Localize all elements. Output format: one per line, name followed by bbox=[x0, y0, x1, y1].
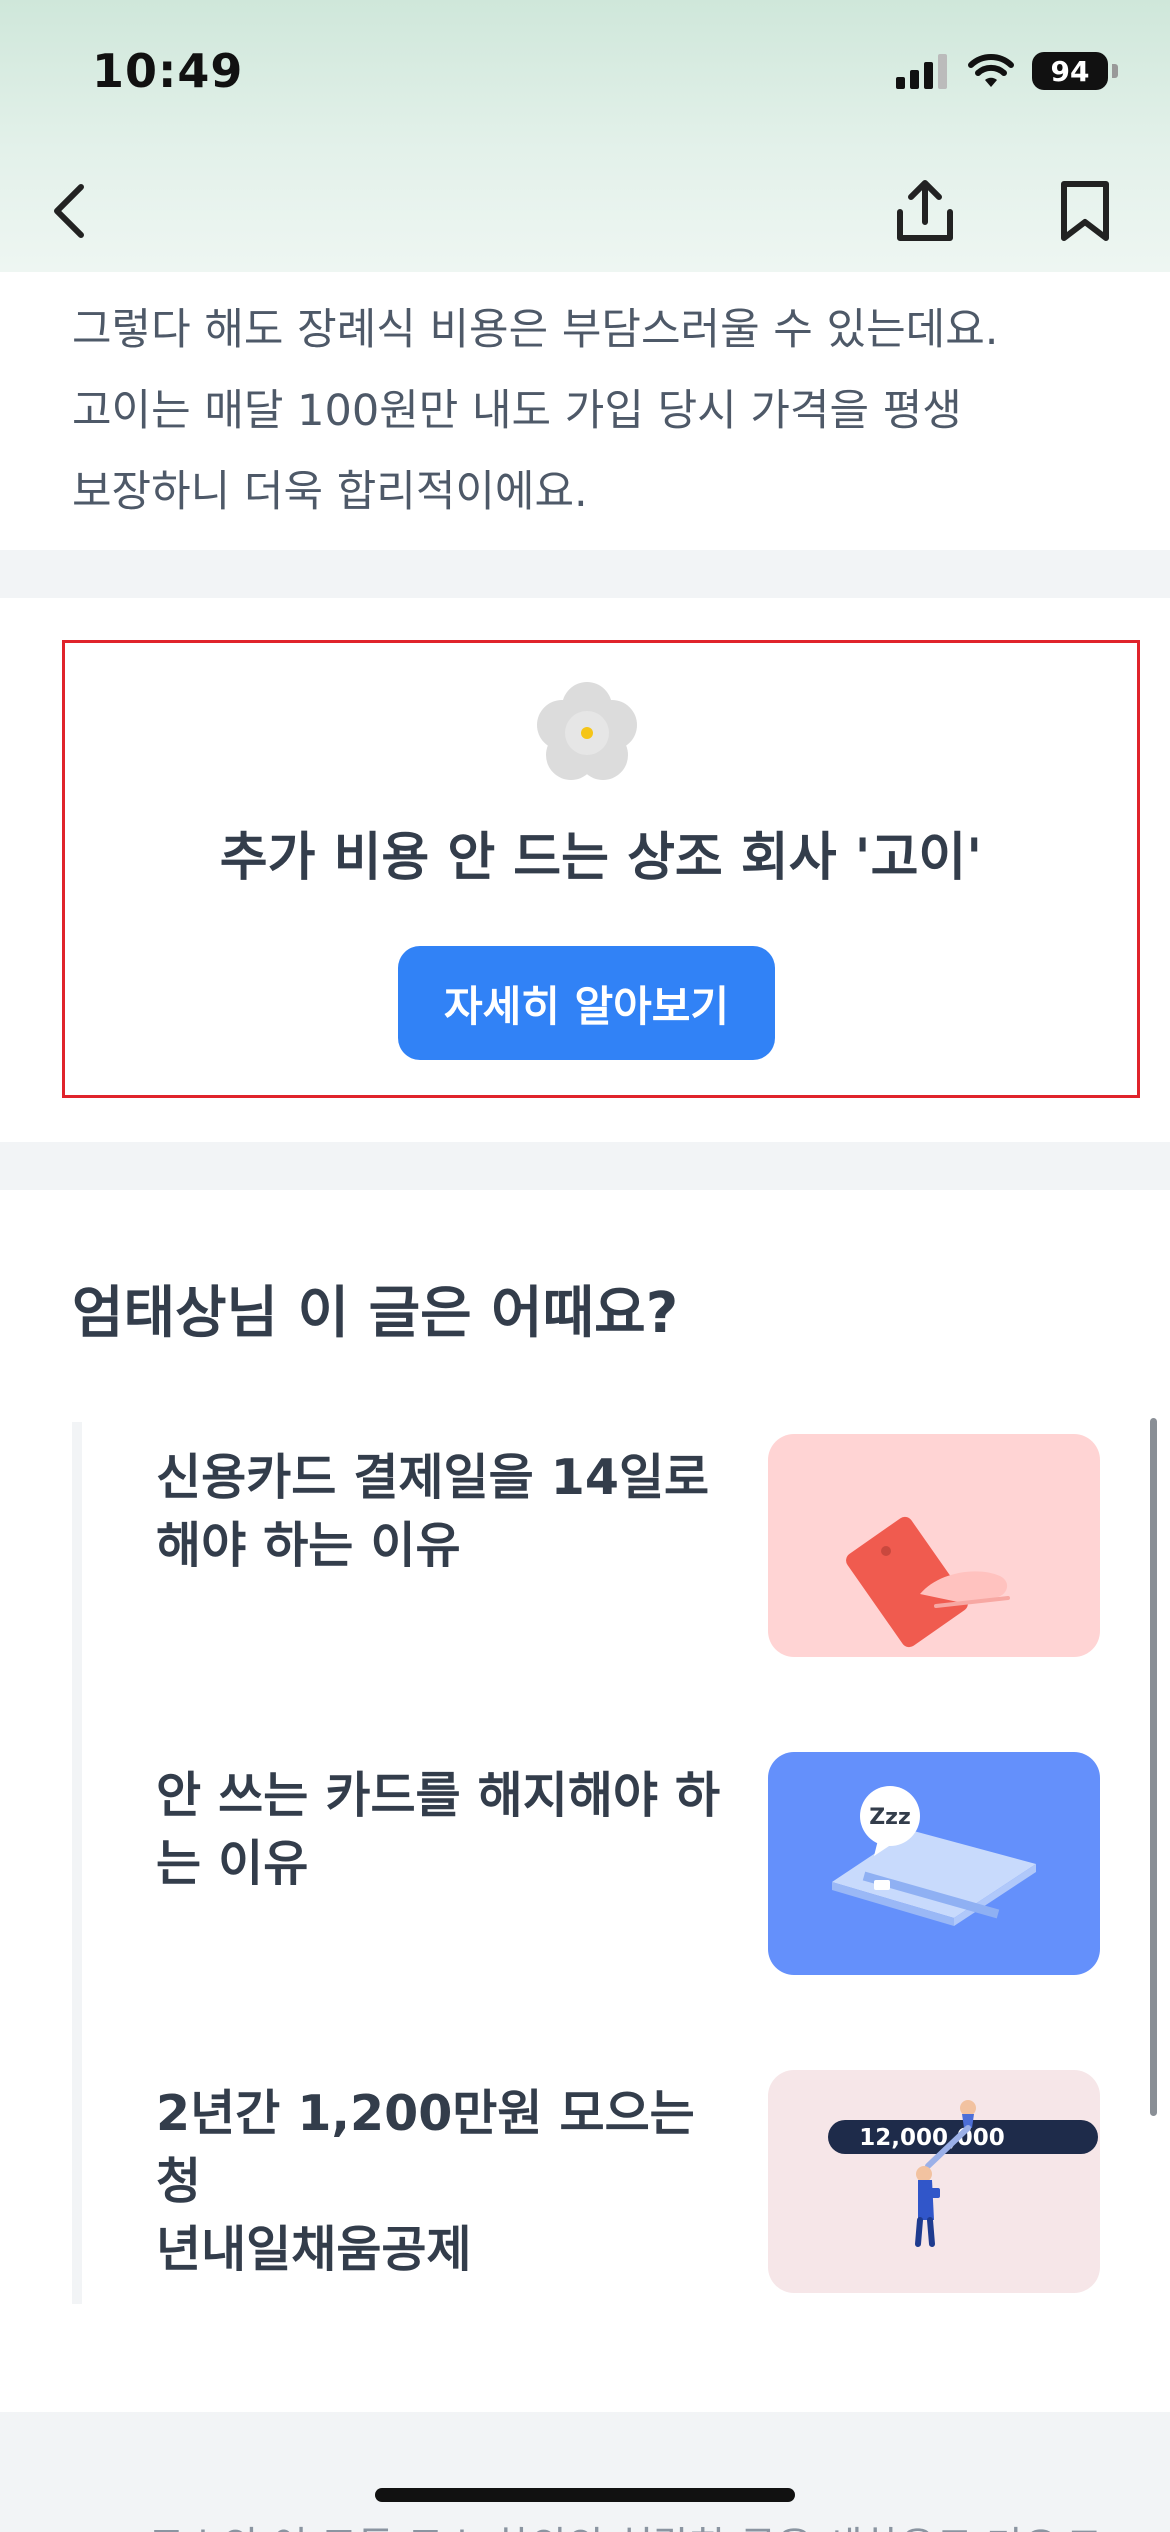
list-item-title: 안 쓰는 카드를 해지해야 하 는 이유 bbox=[156, 1762, 756, 1898]
list-item-title: 신용카드 결제일을 14일로 해야 하는 이유 bbox=[156, 1444, 756, 1580]
list-item-title-line: 는 이유 bbox=[156, 1835, 309, 1892]
list-item[interactable]: 안 쓰는 카드를 해지해야 하 는 이유 Zzz bbox=[72, 1752, 1102, 1977]
navigation-bar bbox=[0, 150, 1170, 272]
scrollbar[interactable] bbox=[1150, 1418, 1157, 2116]
status-indicators: 94 bbox=[896, 52, 1118, 90]
article-body: 그렇다 해도 장례식 비용은 부담스러울 수 있는데요. 고이는 매달 100원… bbox=[72, 290, 1112, 533]
bookmark-button[interactable] bbox=[1040, 166, 1130, 256]
savings-amount-label: 12,000,000 bbox=[859, 2125, 1005, 2151]
wifi-icon bbox=[968, 54, 1014, 87]
bookmark-icon bbox=[1061, 181, 1109, 241]
article-line: 보장하니 더욱 합리적이에요. bbox=[72, 467, 588, 517]
home-indicator bbox=[375, 2488, 795, 2502]
list-item-title-line: 신용카드 결제일을 14일로 bbox=[156, 1449, 710, 1506]
list-item[interactable]: 신용카드 결제일을 14일로 해야 하는 이유 bbox=[72, 1434, 1102, 1659]
back-button[interactable] bbox=[24, 166, 114, 256]
chevron-left-icon bbox=[54, 184, 84, 238]
promo-title: 추가 비용 안 드는 상조 회사 '고이' bbox=[219, 828, 983, 888]
recommendations-title: 엄태상님 이 글은 어때요? bbox=[72, 1281, 679, 1346]
savings-climb-icon: 12,000,000 bbox=[828, 2100, 1098, 2247]
learn-more-button[interactable]: 자세히 알아보기 bbox=[398, 946, 775, 1060]
list-item-thumbnail bbox=[768, 1434, 1100, 1657]
share-icon bbox=[897, 180, 953, 241]
status-time: 10:49 bbox=[92, 44, 244, 98]
promo-banner: 추가 비용 안 드는 상조 회사 '고이' 자세히 알아보기 bbox=[62, 640, 1140, 1098]
list-item[interactable]: 2년간 1,200만원 모으는 청 년내일채움공제 12,000,000 bbox=[72, 2070, 1102, 2295]
card-in-hand-icon bbox=[846, 1516, 1010, 1648]
share-button[interactable] bbox=[880, 166, 970, 256]
sleeping-card-icon: Zzz bbox=[832, 1786, 1036, 1926]
status-bar: 10:49 94 bbox=[0, 0, 1170, 150]
cellular-signal-icon bbox=[896, 54, 947, 89]
flower-icon bbox=[537, 682, 637, 780]
section-divider bbox=[0, 550, 1170, 598]
list-item-thumbnail: 12,000,000 bbox=[768, 2070, 1100, 2293]
list-item-title-line: 해야 하는 이유 bbox=[156, 1517, 461, 1574]
list-item-title: 2년간 1,200만원 모으는 청 년내일채움공제 bbox=[156, 2080, 756, 2284]
list-item-thumbnail: Zzz bbox=[768, 1752, 1100, 1975]
article-line: 그렇다 해도 장례식 비용은 부담스러울 수 있는데요. bbox=[72, 305, 999, 355]
list-item-title-line: 안 쓰는 카드를 해지해야 하 bbox=[156, 1767, 721, 1824]
footer-text: 토스의 이 모든 토스 하의의 처랍한 금은 세하우드 기오 T bbox=[148, 2514, 1096, 2532]
article-line: 고이는 매달 100원만 내도 가입 당시 가격을 평생 bbox=[72, 386, 962, 436]
list-item-title-line: 년내일채움공제 bbox=[156, 2221, 472, 2278]
section-divider bbox=[0, 1142, 1170, 1190]
battery-indicator: 94 bbox=[1032, 52, 1108, 90]
list-item-title-line: 2년간 1,200만원 모으는 청 bbox=[156, 2085, 695, 2210]
zzz-badge: Zzz bbox=[869, 1805, 911, 1830]
battery-tip bbox=[1112, 64, 1118, 78]
